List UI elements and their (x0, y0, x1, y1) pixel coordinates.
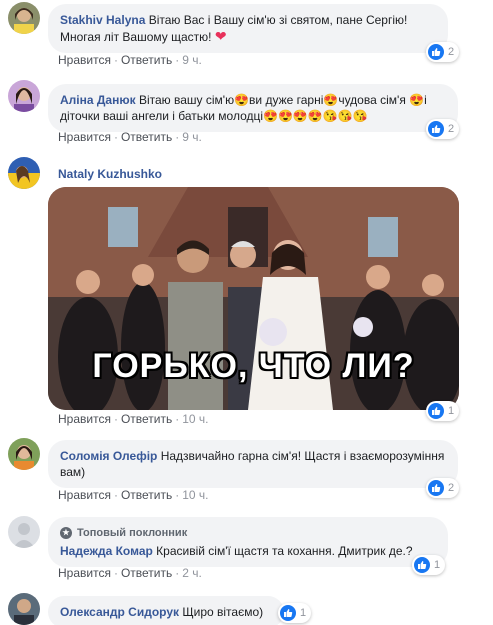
comment-bubble: Stakhiv Halyna Вітаю Вас і Вашу сім'ю зі… (48, 4, 448, 53)
comment-author[interactable]: Надежда Комар (60, 544, 153, 558)
avatar[interactable] (8, 438, 40, 470)
star-badge-icon: ★ (60, 527, 72, 539)
heart-eyes-emoji-icon: 😍 (409, 93, 425, 107)
avatar[interactable] (8, 516, 40, 548)
reaction-count[interactable]: 2 (426, 119, 460, 139)
thumbs-up-icon (428, 44, 444, 60)
gif-caption: ГОРЬКО, ЧТО ЛИ? (92, 347, 415, 385)
comment-bubble: Соломія Олефір Надзвичайно гарна сім'я! … (48, 440, 458, 488)
comment-bubble: Аліна Данюк Вітаю вашу сім'ю😍ви дуже гар… (48, 84, 458, 132)
comment-text: Вітаю вашу сім'ю (138, 93, 235, 107)
reply-link[interactable]: Ответить (121, 53, 172, 67)
comment-time[interactable]: 10 ч. (182, 488, 208, 502)
comment-time[interactable]: 2 ч. (182, 566, 202, 580)
reply-link[interactable]: Ответить (121, 566, 172, 580)
comment-author[interactable]: Nataly Kuzhushko (58, 167, 162, 181)
reaction-count[interactable]: 1 (412, 555, 446, 575)
like-link[interactable]: Нравится (58, 53, 111, 67)
comment-bubble: Олександр Сидорук Щиро вітаємо) (48, 596, 284, 625)
like-link[interactable]: Нравится (58, 488, 111, 502)
reply-link[interactable]: Ответить (121, 488, 172, 502)
heart-eyes-emoji-icon: 😍 (234, 93, 250, 107)
like-link[interactable]: Нравится (58, 566, 111, 580)
heart-emoji-icon: ❤ (214, 28, 227, 44)
comment-author-row: Nataly Kuzhushko (58, 167, 162, 181)
reaction-count[interactable]: 1 (278, 603, 312, 623)
avatar[interactable] (8, 593, 40, 625)
comment-author[interactable]: Stakhiv Halyna (60, 13, 145, 27)
thumbs-up-icon (280, 605, 296, 621)
comment-bubble: ★ Топовый поклонник Надежда Комар Красив… (48, 517, 448, 567)
thumbs-up-icon (428, 403, 444, 419)
comment-actions: Нравится · Ответить · 10 ч. (58, 488, 209, 502)
kiss-emoji-icon: 😘😘😘 (322, 109, 368, 123)
gif-attachment[interactable]: ГОРЬКО, ЧТО ЛИ? (48, 187, 459, 410)
comment-author[interactable]: Соломія Олефір (60, 449, 157, 463)
heart-eyes-emoji-icon: 😍 (323, 93, 339, 107)
reply-link[interactable]: Ответить (121, 130, 172, 144)
heart-eyes-emoji-icon: 😍😍😍😍 (263, 109, 323, 123)
reaction-count[interactable]: 2 (426, 478, 460, 498)
reaction-count[interactable]: 1 (426, 401, 460, 421)
comment-time[interactable]: 10 ч. (182, 412, 208, 426)
reply-link[interactable]: Ответить (121, 412, 172, 426)
comment-actions: Нравится · Ответить · 2 ч. (58, 566, 202, 580)
avatar[interactable] (8, 80, 40, 112)
like-link[interactable]: Нравится (58, 130, 111, 144)
avatar[interactable] (8, 2, 40, 34)
avatar[interactable] (8, 157, 40, 189)
thumbs-up-icon (428, 121, 444, 137)
thumbs-up-icon (428, 480, 444, 496)
reaction-count[interactable]: 2 (426, 42, 460, 62)
comment-author[interactable]: Аліна Данюк (60, 93, 136, 107)
comment-time[interactable]: 9 ч. (182, 53, 202, 67)
comment-author[interactable]: Олександр Сидорук (60, 605, 179, 619)
comment-actions: Нравится · Ответить · 9 ч. (58, 130, 202, 144)
top-fan-badge: ★ Топовый поклонник (60, 525, 436, 541)
comment-actions: Нравится · Ответить · 9 ч. (58, 53, 202, 67)
thumbs-up-icon (414, 557, 430, 573)
comment-text: Щиро вітаємо) (182, 605, 264, 619)
comment-actions: Нравится · Ответить · 10 ч. (58, 412, 209, 426)
like-link[interactable]: Нравится (58, 412, 111, 426)
comment-time[interactable]: 9 ч. (182, 130, 202, 144)
comment-text: Красивій сім'ї щастя та кохання. Дмитрик… (156, 544, 413, 558)
